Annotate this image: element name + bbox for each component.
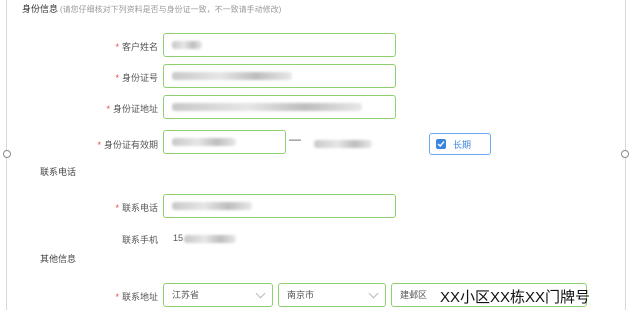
resize-handle-left[interactable] [3,150,11,158]
section-title-identity: 身份信息 (请您仔细核对下列资料是否与身份证一致，不一致请手动修改) [22,2,281,15]
long-term-checkbox[interactable]: 长期 [429,133,491,155]
id-number-input[interactable] [163,64,396,88]
address-label: * 联系地址 [115,292,158,302]
city-value: 南京市 [287,289,315,300]
district-value: 建邺区 [400,289,428,300]
blurred-value [172,40,202,49]
date-range-separator: — [289,132,301,146]
id-address-label: * 身份证地址 [106,104,158,114]
blurred-value [172,102,362,111]
city-select[interactable]: 南京市 [278,283,386,307]
mobile-label: 联系手机 [121,235,158,245]
contact-phone-input[interactable] [163,194,396,218]
id-validity-start-input[interactable] [163,130,286,154]
id-address-input[interactable] [163,95,396,119]
group-label-other: 其他信息 [40,254,77,264]
id-validity-label: * 身份证有效期 [97,140,158,150]
group-label-contact: 联系电话 [40,167,77,177]
section-hint: (请您仔细核对下列资料是否与身份证一致，不一致请手动修改) [60,5,282,14]
chevron-down-icon [255,288,266,298]
mobile-value: 15 [173,233,237,243]
resize-handle-right[interactable] [621,150,629,158]
address-detail-text: XX小区XX栋XX门牌号 [440,289,591,306]
check-icon [436,139,446,149]
long-term-label: 长期 [453,139,472,150]
province-select[interactable]: 江苏省 [163,283,273,307]
id-validity-end-value[interactable] [314,138,372,148]
customer-name-input[interactable] [163,33,396,57]
customer-name-label: * 客户姓名 [115,42,158,52]
section-title-text: 身份信息 [22,4,59,14]
blurred-value [172,71,292,80]
blurred-value [172,137,236,146]
province-value: 江苏省 [172,289,200,300]
chevron-down-icon [368,288,379,298]
id-number-label: * 身份证号 [115,73,158,83]
contact-phone-label: * 联系电话 [115,203,158,213]
blurred-value [172,201,252,210]
